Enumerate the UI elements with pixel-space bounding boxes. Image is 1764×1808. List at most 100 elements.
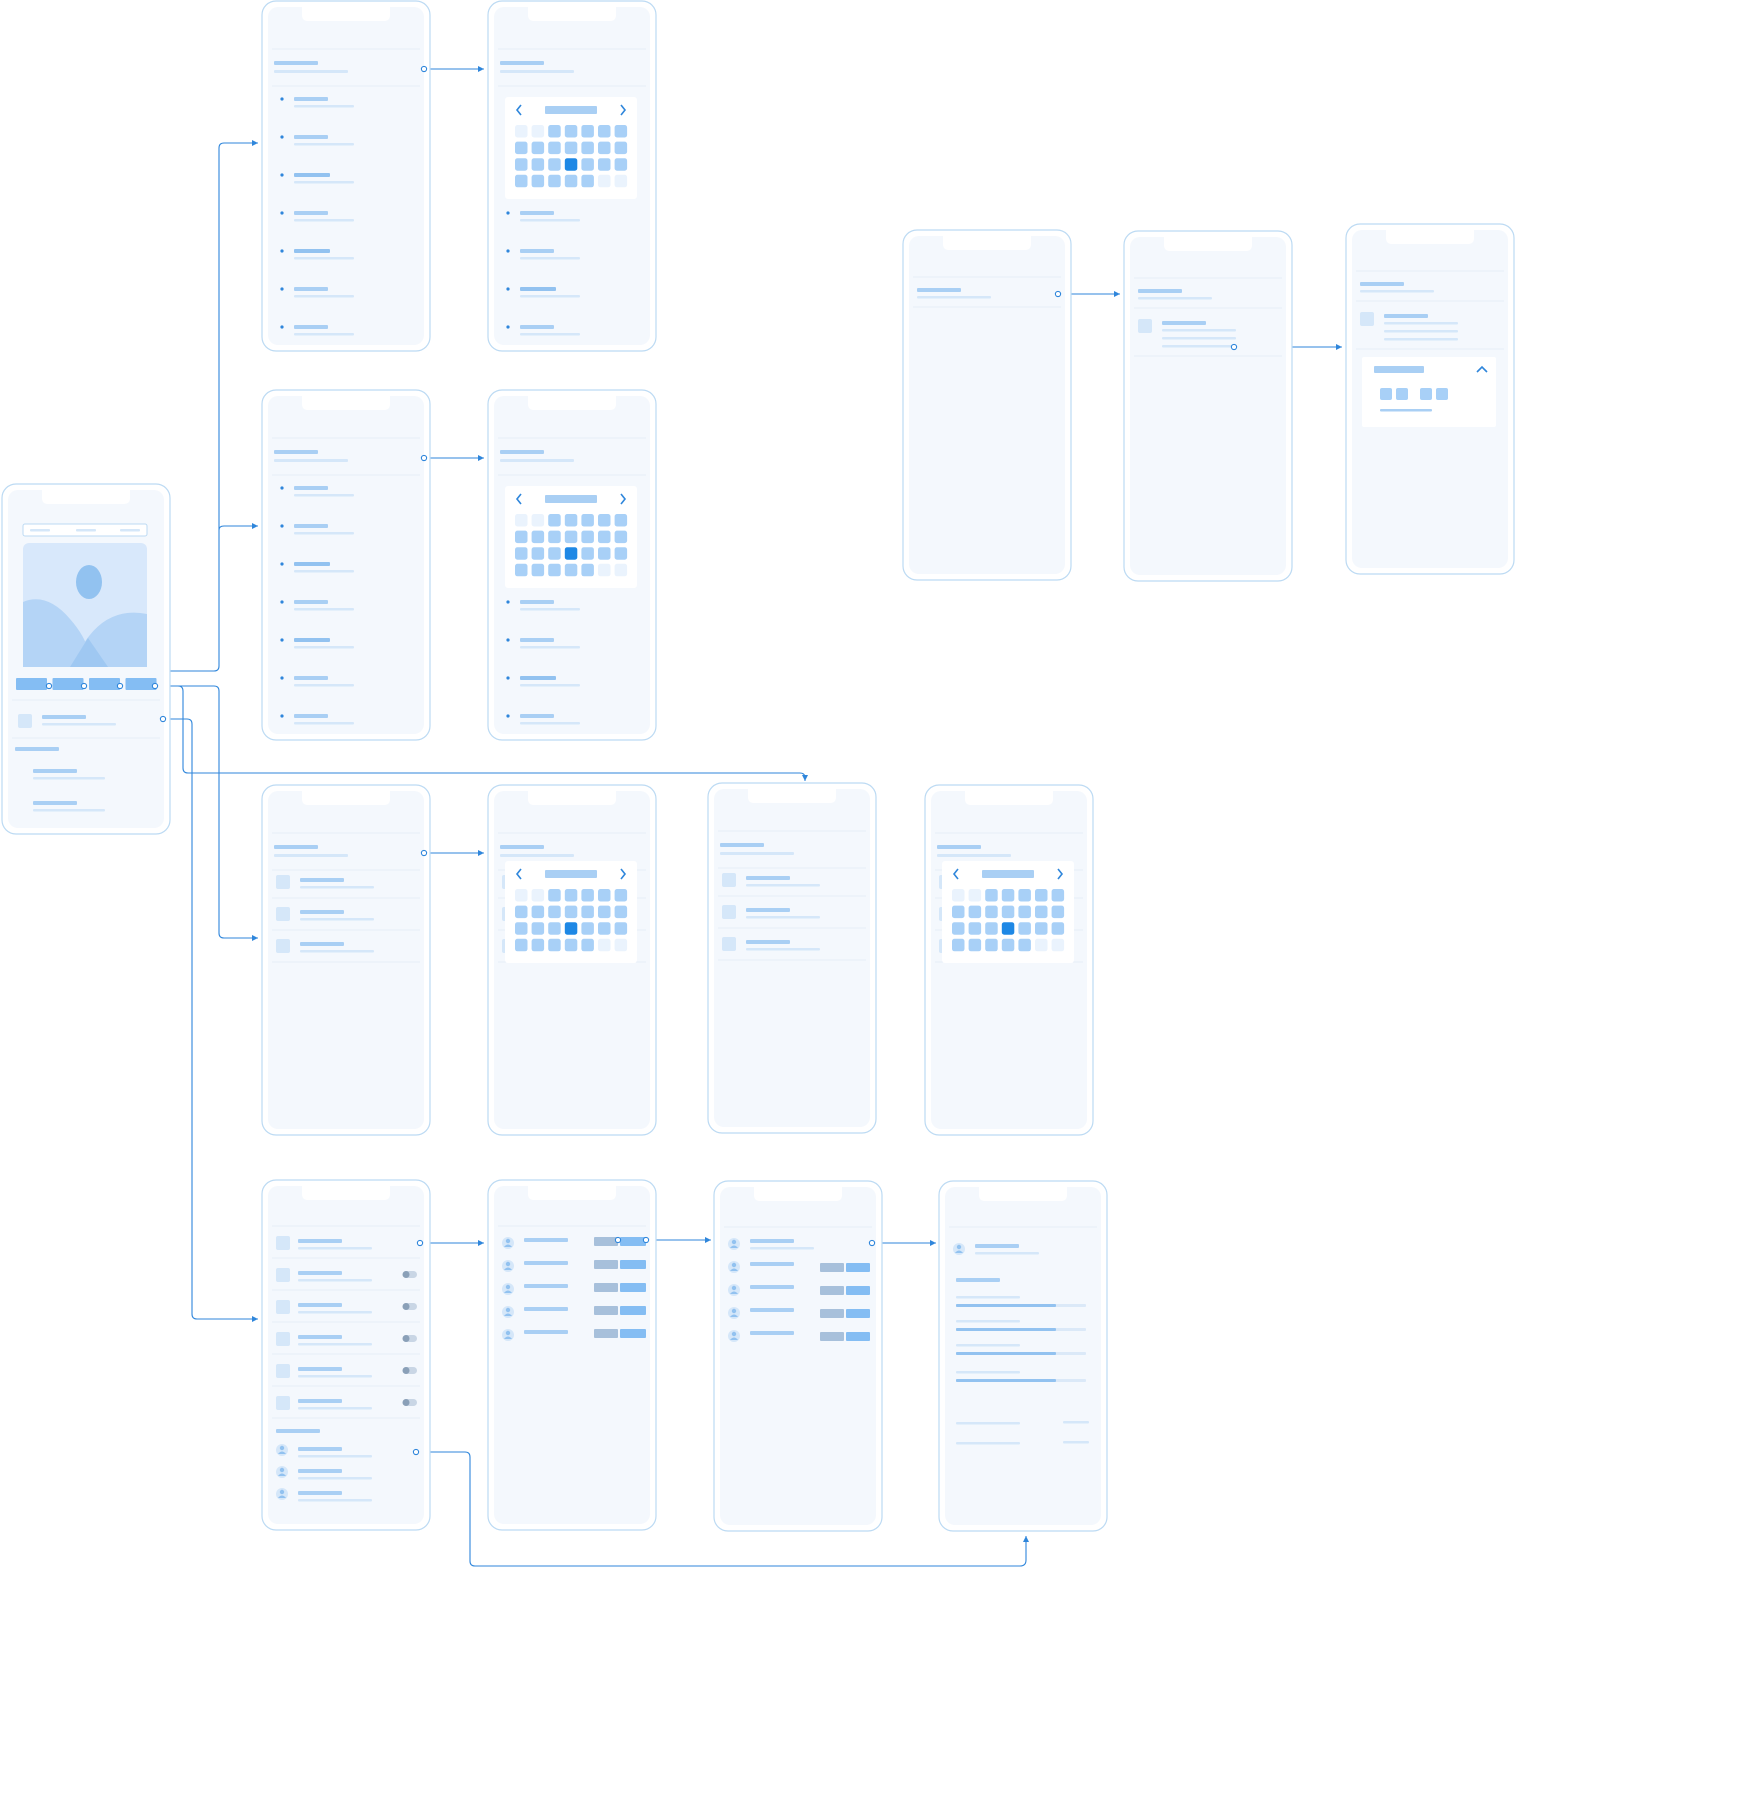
- header-subtitle-bar: [500, 70, 574, 73]
- header-subtitle-bar: [937, 854, 1011, 857]
- header-title-bar: [274, 450, 318, 454]
- calendar-day-cell: [548, 547, 561, 560]
- list-item-icon: [276, 875, 290, 889]
- bullet-dot: [280, 249, 284, 253]
- phone-notch: [965, 791, 1053, 805]
- calendar-popup: [942, 861, 1074, 963]
- bullet-dot: [506, 249, 510, 253]
- phone-notch: [302, 396, 390, 410]
- list-item-title: [750, 1308, 794, 1312]
- calendar-day-cell: [985, 889, 998, 902]
- avatar-head: [505, 1307, 511, 1313]
- toggle-knob: [402, 1335, 410, 1342]
- connector-node: [420, 849, 428, 857]
- list-item-subtitle: [298, 1477, 372, 1480]
- hero-image-placeholder: [23, 543, 147, 667]
- phone-screen: [945, 1187, 1101, 1525]
- calendar-day-cell: [598, 905, 611, 919]
- list-item-title: [524, 1284, 568, 1288]
- phone-screen: [720, 1187, 876, 1525]
- progress-label: [956, 1344, 1020, 1347]
- calendar-day-cell: [581, 141, 594, 155]
- option-chip: [1436, 388, 1448, 400]
- calendar-day-cell: [598, 922, 611, 935]
- list-item-subtitle: [746, 916, 820, 919]
- list-item-subtitle: [300, 886, 374, 889]
- calendar-day-cell: [515, 563, 528, 577]
- list-item-title: [294, 562, 330, 566]
- connector-node: [45, 682, 53, 690]
- grey-action-button: [594, 1329, 618, 1338]
- list-item-title: [300, 910, 344, 914]
- avatar-head: [956, 1244, 962, 1250]
- list-item-subtitle: [294, 684, 354, 687]
- calendar-day-cell: [598, 158, 611, 171]
- blue-action-button: [846, 1286, 870, 1295]
- header-title-bar: [500, 61, 544, 65]
- screen-items-c: [261, 784, 431, 1136]
- progress-fill: [956, 1379, 1056, 1382]
- avatar-head: [731, 1285, 737, 1291]
- calendar-day-cell: [531, 141, 545, 155]
- list-item-title: [524, 1261, 568, 1265]
- phone-notch: [1386, 230, 1474, 244]
- list-item-title: [294, 638, 330, 642]
- toggle-knob: [402, 1399, 410, 1406]
- list-item-title: [520, 600, 554, 604]
- grey-action-button: [594, 1306, 618, 1315]
- list-item-title: [524, 1330, 568, 1334]
- phone-screen: [268, 396, 424, 734]
- list-item-title: [294, 524, 328, 528]
- calendar-day-cell: [968, 938, 982, 952]
- calendar-day-cell: [968, 905, 982, 919]
- list-item-title: [520, 676, 556, 680]
- summary-value: [1063, 1441, 1089, 1444]
- grey-action-button: [820, 1286, 844, 1295]
- avatar-head: [731, 1331, 737, 1337]
- calendar-day-cell: [564, 174, 578, 188]
- calendar-day-cell: [581, 174, 594, 188]
- list-item-title: [750, 1262, 794, 1266]
- list-item-title: [520, 249, 554, 253]
- connector-node: [159, 715, 167, 723]
- list-item-subtitle: [520, 333, 580, 336]
- calendar-day-cell: [598, 514, 611, 527]
- list-item-title: [294, 135, 328, 139]
- calendar-day-cell: [581, 158, 594, 171]
- calendar-day-cell: [1035, 889, 1048, 902]
- phone-notch: [528, 791, 616, 805]
- calendar-day-cell: [564, 563, 578, 577]
- header-title-bar: [500, 845, 544, 849]
- calendar-day-cell: [1051, 922, 1065, 935]
- avatar-head: [731, 1308, 737, 1314]
- list-item-icon: [276, 1396, 290, 1410]
- list-item-subtitle: [1162, 329, 1236, 332]
- list-item-title: [298, 1335, 342, 1339]
- list-item-subtitle: [1384, 338, 1458, 341]
- header-subtitle-bar: [720, 852, 794, 855]
- summary-value: [1063, 1421, 1089, 1424]
- calendar-day-cell: [614, 922, 628, 935]
- calendar-day-cell: [564, 889, 578, 902]
- calendar-day-cell: [614, 563, 628, 577]
- calendar-day-cell: [564, 530, 578, 544]
- screen-expanded-e: [1345, 223, 1515, 575]
- calendar-popup: [505, 486, 637, 588]
- list-item-subtitle: [294, 105, 354, 108]
- calendar-day-cell: [598, 141, 611, 155]
- calendar-day-cell: [515, 905, 528, 919]
- list-item-subtitle: [298, 1279, 372, 1282]
- phone-notch: [943, 236, 1031, 250]
- bullet-dot: [280, 562, 284, 566]
- blue-action-button: [846, 1309, 870, 1318]
- calendar-month-bar: [982, 870, 1034, 878]
- avatar-head: [731, 1239, 737, 1245]
- calendar-day-cell: [968, 922, 982, 935]
- blue-action-button: [620, 1260, 646, 1269]
- calendar-day-cell: [581, 530, 594, 544]
- header-title-bar: [1138, 289, 1182, 293]
- calendar-day-cell: [515, 141, 528, 155]
- list-item-title: [33, 769, 77, 773]
- toggle-knob: [402, 1303, 410, 1310]
- header-title-bar: [937, 845, 981, 849]
